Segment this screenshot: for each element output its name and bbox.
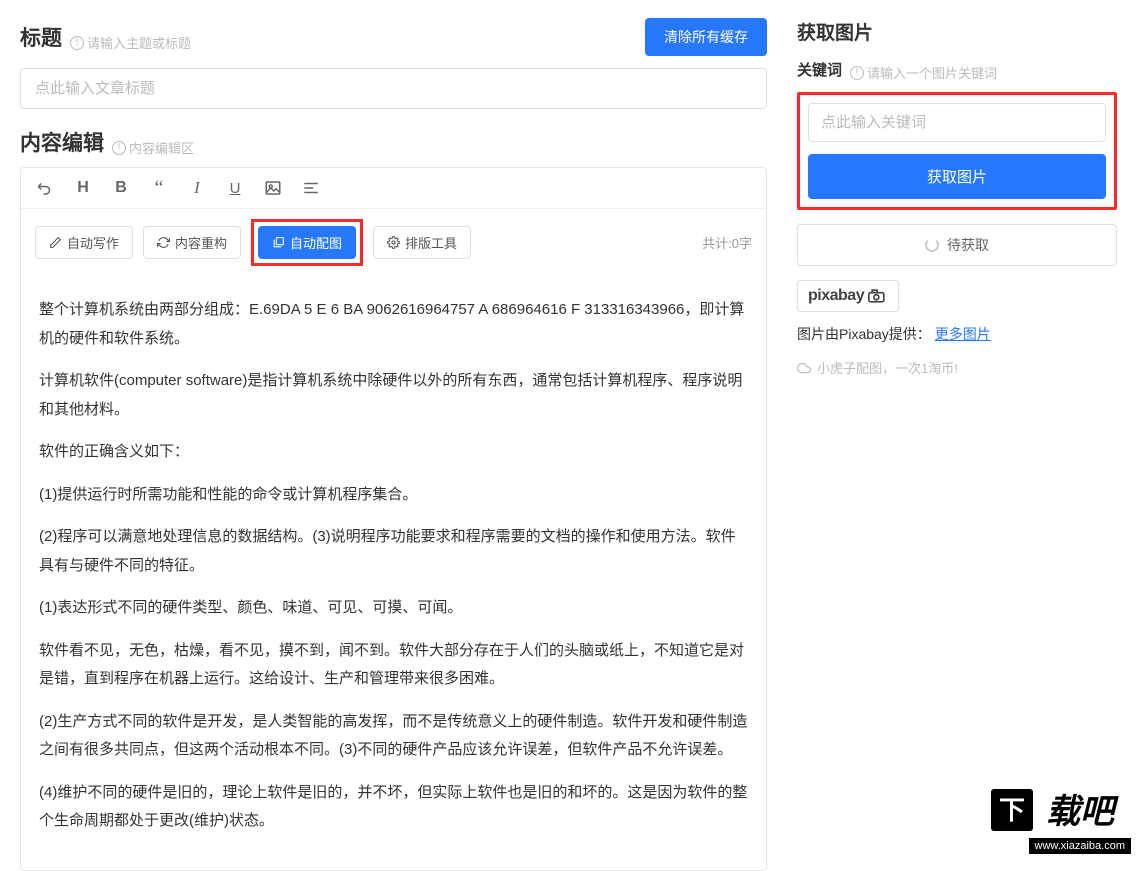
paragraph: 软件看不见，无色，枯燥，看不见，摸不到，闻不到。软件大部分存在于人们的头脑或纸上… [39, 637, 748, 694]
editor-card: H B “ I U [20, 167, 767, 871]
watermark-logo: 下 载吧 [991, 787, 1131, 833]
info-icon: ! [70, 36, 84, 50]
title-label: 标题 [20, 22, 62, 52]
bold-icon[interactable]: B [111, 178, 131, 198]
action-row: 自动写作 内容重构 自动配图 [21, 209, 766, 278]
paragraph: (1)提供运行时所需功能和性能的命令或计算机程序集合。 [39, 481, 748, 510]
image-icon[interactable] [263, 178, 283, 198]
paragraph: 软件的正确含义如下： [39, 438, 748, 467]
quote-icon[interactable]: “ [149, 178, 169, 198]
keyword-highlight-panel: 获取图片 [797, 92, 1117, 210]
undo-icon[interactable] [35, 178, 55, 198]
more-images-link[interactable]: 更多图片 [935, 326, 991, 342]
main-panel: 标题 ! 请输入主题或标题 清除所有缓存 内容编辑 ! 内容编辑区 [0, 0, 787, 860]
cloud-icon [797, 361, 811, 375]
underline-icon[interactable]: U [225, 178, 245, 198]
heading-icon[interactable]: H [73, 178, 93, 198]
paragraph: 计算机软件(computer software)是指计算机系统中除硬件以外的所有… [39, 367, 748, 424]
pending-status: 待获取 [797, 224, 1117, 266]
settings-icon [387, 236, 400, 249]
auto-image-highlight: 自动配图 [251, 219, 363, 266]
svg-text:下: 下 [999, 796, 1025, 825]
format-toolbar: H B “ I U [21, 168, 766, 209]
align-left-icon[interactable] [301, 178, 321, 198]
spinner-icon [925, 238, 939, 252]
watermark: 下 载吧 www.xiazaiba.com [991, 787, 1131, 854]
editor-body[interactable]: 整个计算机系统由两部分组成：E.69DA 5 E 6 BA 9062616964… [21, 278, 766, 870]
layers-icon [272, 236, 285, 249]
clear-cache-button[interactable]: 清除所有缓存 [645, 18, 767, 56]
italic-icon[interactable]: I [187, 178, 207, 198]
svg-text:载吧: 载吧 [1046, 793, 1119, 831]
keyword-label: 关键词 [797, 59, 842, 80]
content-section: 内容编辑 ! 内容编辑区 H B “ I U [20, 127, 767, 871]
title-section: 标题 ! 请输入主题或标题 清除所有缓存 [20, 18, 767, 109]
content-hint: ! 内容编辑区 [112, 138, 194, 157]
pixabay-badge: pixabay [797, 280, 899, 312]
note-line: 小虎子配图，一次1淘币! [797, 358, 1117, 377]
paragraph: 整个计算机系统由两部分组成：E.69DA 5 E 6 BA 9062616964… [39, 296, 748, 353]
paragraph: (2)生产方式不同的软件是开发，是人类智能的高发挥，而不是传统意义上的硬件制造。… [39, 708, 748, 765]
pencil-icon [49, 236, 62, 249]
fetch-image-button[interactable]: 获取图片 [808, 154, 1106, 199]
info-icon: ! [112, 141, 126, 155]
credit-line: 图片由Pixabay提供： 更多图片 [797, 324, 1117, 344]
content-label: 内容编辑 [20, 127, 104, 157]
side-panel: 获取图片 关键词 ! 请输入一个图片关键词 获取图片 待获取 pixabay [787, 0, 1137, 860]
paragraph: (1)表达形式不同的硬件类型、颜色、味道、可见、可摸、可闻。 [39, 594, 748, 623]
word-count: 共计:0字 [702, 233, 752, 252]
layout-tool-button[interactable]: 排版工具 [373, 226, 471, 259]
title-hint: ! 请输入主题或标题 [70, 33, 191, 52]
title-input[interactable] [20, 68, 767, 109]
restructure-button[interactable]: 内容重构 [143, 226, 241, 259]
keyword-input[interactable] [808, 103, 1106, 142]
paragraph: (2)程序可以满意地处理信息的数据结构。(3)说明程序功能要求和程序需要的文档的… [39, 523, 748, 580]
watermark-url: www.xiazaiba.com [1029, 838, 1131, 854]
camera-icon [868, 289, 888, 303]
auto-write-button[interactable]: 自动写作 [35, 226, 133, 259]
paragraph: (4)维护不同的硬件是旧的，理论上软件是旧的，并不坏，但实际上软件也是旧的和坏的… [39, 779, 748, 836]
info-icon: ! [850, 66, 864, 80]
refresh-icon [157, 236, 170, 249]
side-title: 获取图片 [797, 18, 1117, 45]
keyword-hint: ! 请输入一个图片关键词 [850, 63, 997, 82]
auto-image-button[interactable]: 自动配图 [258, 226, 356, 259]
